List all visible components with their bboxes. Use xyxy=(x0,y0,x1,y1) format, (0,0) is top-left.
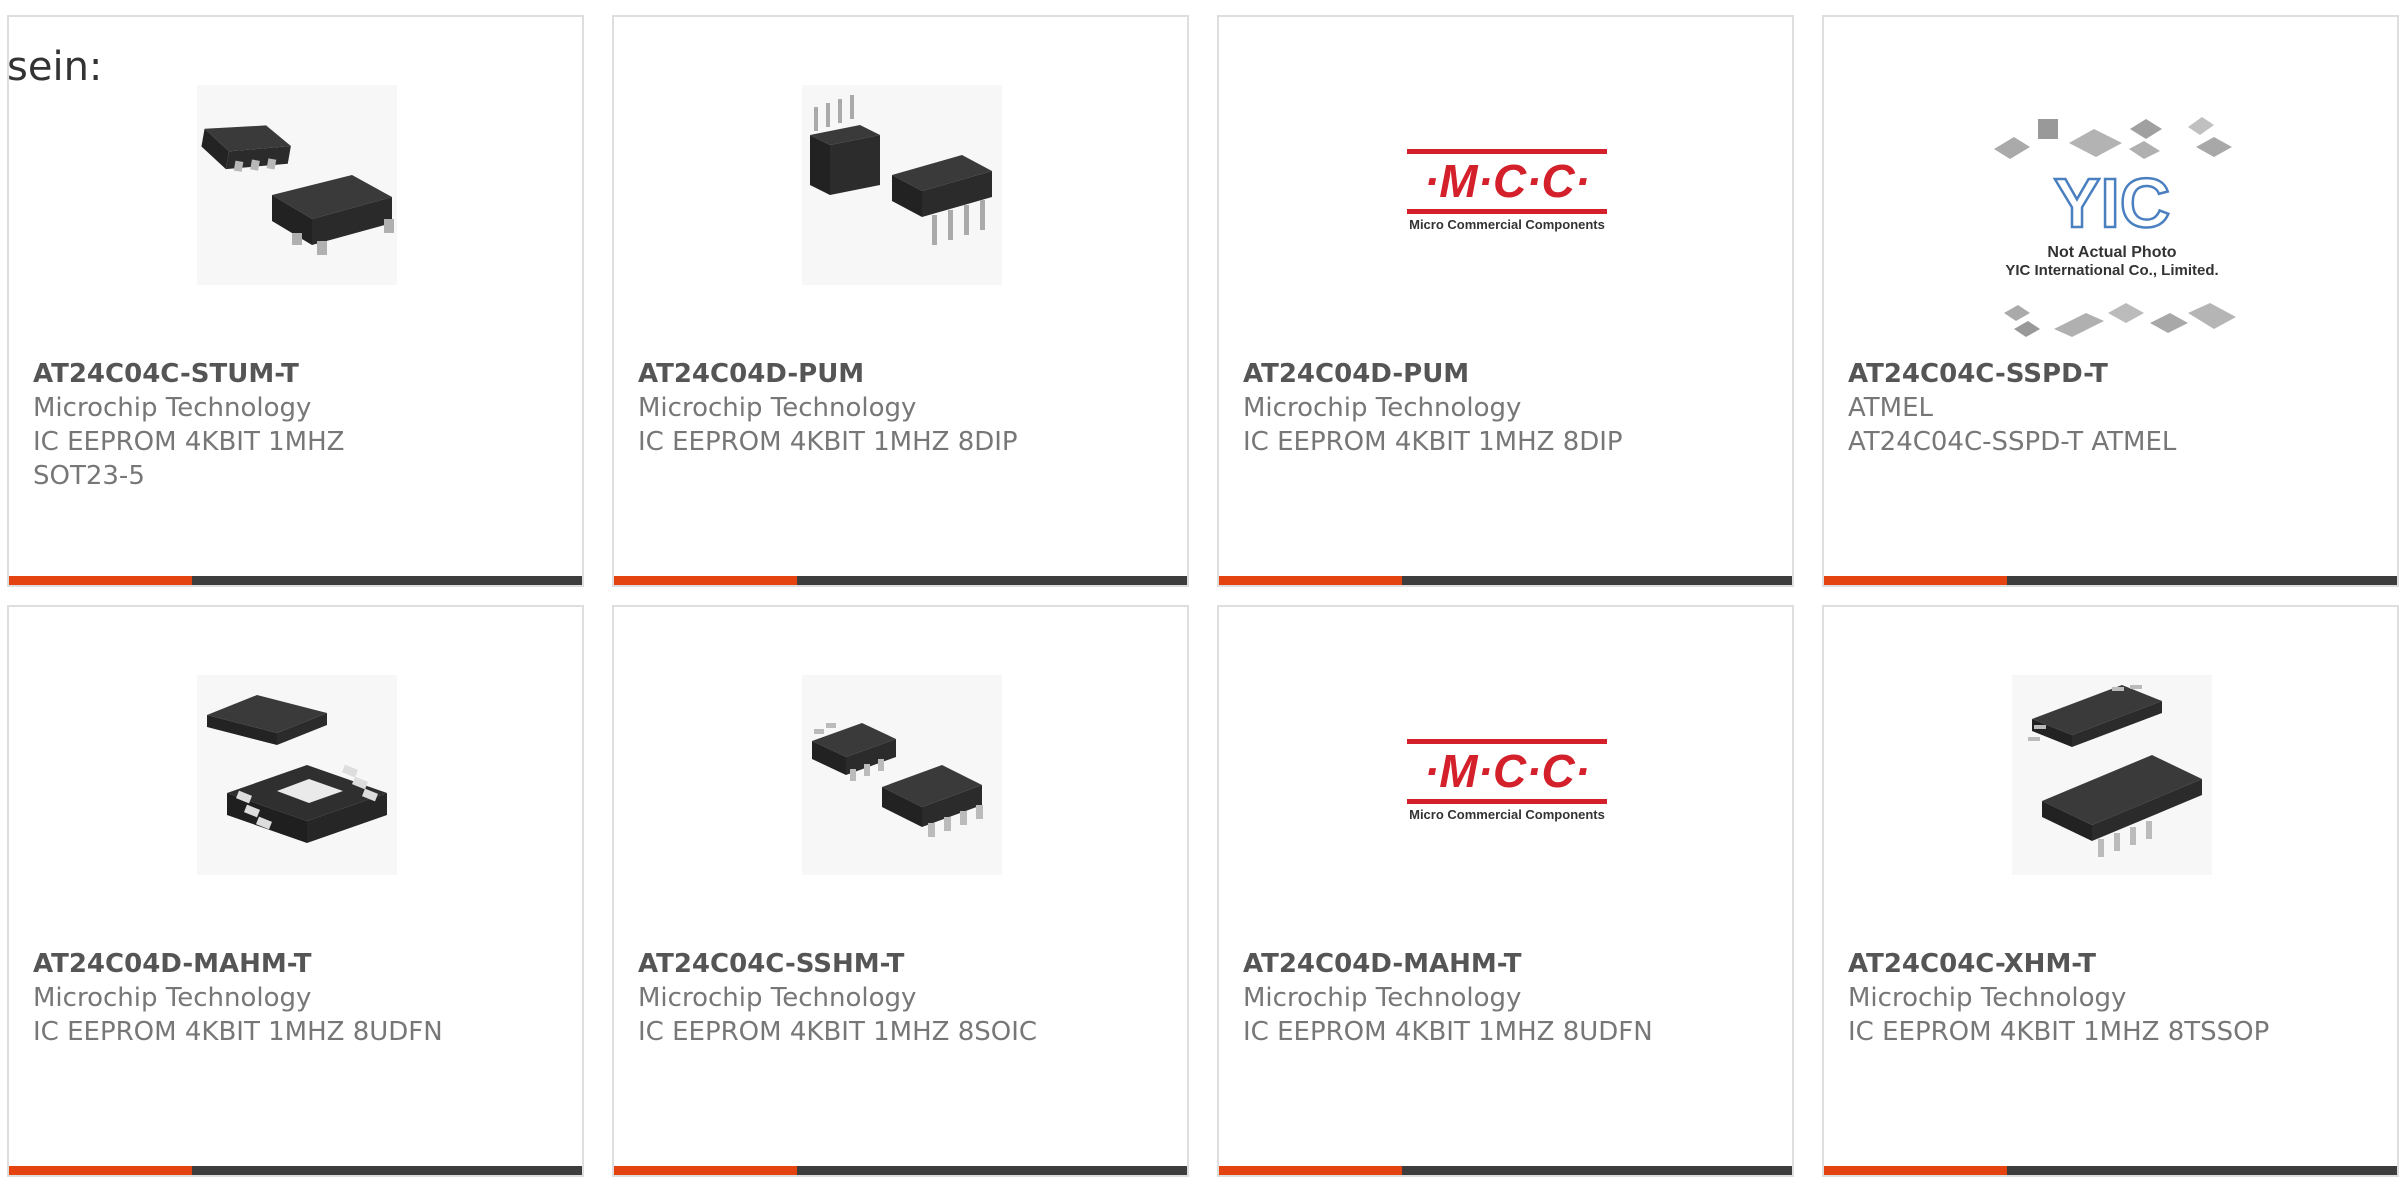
product-card[interactable]: AT24C04C-XHM-T Microchip Technology IC E… xyxy=(1822,605,2399,1177)
product-card[interactable]: ·M·C·C· Micro Commercial Components AT24… xyxy=(1217,605,1794,1177)
soic-chip-icon xyxy=(802,675,1002,875)
product-info: AT24C04D-PUM Microchip Technology IC EEP… xyxy=(1243,357,1673,459)
part-number[interactable]: AT24C04D-PUM xyxy=(1243,357,1673,391)
svg-text:Micro Commercial Components: Micro Commercial Components xyxy=(1409,217,1605,232)
part-number[interactable]: AT24C04C-XHM-T xyxy=(1848,947,2278,981)
product-card[interactable]: AT24C04C-SSHM-T Microchip Technology IC … xyxy=(612,605,1189,1177)
card-accent xyxy=(614,576,797,585)
description: IC EEPROM 4KBIT 1MHZ 8UDFN xyxy=(33,1017,443,1047)
product-card[interactable]: ·M·C·C· Micro Commercial Components AT24… xyxy=(1217,15,1794,587)
product-image-udfn8[interactable] xyxy=(197,675,397,875)
description: IC EEPROM 4KBIT 1MHZ SOT23-5 xyxy=(33,427,345,491)
description: IC EEPROM 4KBIT 1MHZ 8TSSOP xyxy=(1848,1017,2270,1047)
part-number[interactable]: AT24C04D-PUM xyxy=(638,357,1068,391)
tssop-chip-icon xyxy=(2012,675,2212,875)
part-number[interactable]: AT24C04D-MAHM-T xyxy=(1243,947,1673,981)
card-bottom-bar xyxy=(1219,1166,1792,1175)
svg-text:YIC: YIC xyxy=(2054,164,2171,242)
manufacturer: Microchip Technology xyxy=(638,393,917,423)
product-card[interactable]: AT24C04D-PUM Microchip Technology IC EEP… xyxy=(612,15,1189,587)
part-number[interactable]: AT24C04C-SSHM-T xyxy=(638,947,1068,981)
product-image-yic[interactable]: YIC Not Actual Photo YIC International C… xyxy=(1974,97,2251,357)
part-number[interactable]: AT24C04D-MAHM-T xyxy=(33,947,463,981)
product-info: AT24C04C-STUM-T Microchip Technology IC … xyxy=(33,357,463,493)
product-image-mcc[interactable]: ·M·C·C· Micro Commercial Components xyxy=(1407,675,1607,875)
card-accent xyxy=(1219,1166,1402,1175)
card-accent xyxy=(1219,576,1402,585)
card-bottom-bar xyxy=(1824,576,2397,585)
card-accent xyxy=(1824,576,2007,585)
section-heading: sein: xyxy=(7,44,103,90)
mcc-logo-icon: ·M·C·C· Micro Commercial Components xyxy=(1407,149,1607,232)
product-image-tssop8[interactable] xyxy=(2012,675,2212,875)
manufacturer: Microchip Technology xyxy=(33,983,312,1013)
product-info: AT24C04C-XHM-T Microchip Technology IC E… xyxy=(1848,947,2278,1049)
card-bottom-bar xyxy=(9,576,582,585)
card-accent xyxy=(9,1166,192,1175)
product-image-sot23-5[interactable] xyxy=(197,85,397,285)
yic-placeholder-icon: YIC Not Actual Photo YIC International C… xyxy=(1994,117,2236,337)
product-card[interactable]: YIC Not Actual Photo YIC International C… xyxy=(1822,15,2399,587)
part-number[interactable]: AT24C04C-STUM-T xyxy=(33,357,463,391)
manufacturer: Microchip Technology xyxy=(33,393,312,423)
manufacturer: Microchip Technology xyxy=(1243,393,1522,423)
product-card[interactable]: AT24C04C-STUM-T Microchip Technology IC … xyxy=(7,15,584,587)
product-info: AT24C04C-SSHM-T Microchip Technology IC … xyxy=(638,947,1068,1049)
card-accent xyxy=(614,1166,797,1175)
description: IC EEPROM 4KBIT 1MHZ 8DIP xyxy=(638,427,1018,457)
svg-text:YIC International Co., Limited: YIC International Co., Limited. xyxy=(2005,262,2218,279)
description: IC EEPROM 4KBIT 1MHZ 8UDFN xyxy=(1243,1017,1653,1047)
svg-text:Not Actual Photo: Not Actual Photo xyxy=(2047,244,2176,261)
manufacturer: Microchip Technology xyxy=(1848,983,2127,1013)
svg-text:·M·C·C·: ·M·C·C· xyxy=(1424,745,1590,797)
part-number[interactable]: AT24C04C-SSPD-T xyxy=(1848,357,2278,391)
sot23-chip-icon xyxy=(197,85,397,285)
card-bottom-bar xyxy=(1219,576,1792,585)
manufacturer: ATMEL xyxy=(1848,393,1933,423)
product-info: AT24C04D-MAHM-T Microchip Technology IC … xyxy=(1243,947,1673,1049)
description: IC EEPROM 4KBIT 1MHZ 8SOIC xyxy=(638,1017,1038,1047)
card-bottom-bar xyxy=(9,1166,582,1175)
svg-text:Micro Commercial Components: Micro Commercial Components xyxy=(1409,807,1605,822)
product-card[interactable]: AT24C04D-MAHM-T Microchip Technology IC … xyxy=(7,605,584,1177)
product-image-mcc[interactable]: ·M·C·C· Micro Commercial Components xyxy=(1407,85,1607,285)
dip-chip-icon xyxy=(802,85,1002,285)
card-accent xyxy=(9,576,192,585)
manufacturer: Microchip Technology xyxy=(1243,983,1522,1013)
product-grid: AT24C04C-STUM-T Microchip Technology IC … xyxy=(7,15,2400,1177)
card-bottom-bar xyxy=(614,1166,1187,1175)
card-bottom-bar xyxy=(614,576,1187,585)
svg-text:·M·C·C·: ·M·C·C· xyxy=(1424,155,1590,207)
card-bottom-bar xyxy=(1824,1166,2397,1175)
product-image-soic8[interactable] xyxy=(802,675,1002,875)
product-info: AT24C04D-MAHM-T Microchip Technology IC … xyxy=(33,947,463,1049)
card-accent xyxy=(1824,1166,2007,1175)
mcc-logo-icon: ·M·C·C· Micro Commercial Components xyxy=(1407,739,1607,822)
product-info: AT24C04C-SSPD-T ATMEL AT24C04C-SSPD-T AT… xyxy=(1848,357,2278,459)
udfn-chip-icon xyxy=(197,675,397,875)
manufacturer: Microchip Technology xyxy=(638,983,917,1013)
product-info: AT24C04D-PUM Microchip Technology IC EEP… xyxy=(638,357,1068,459)
description: IC EEPROM 4KBIT 1MHZ 8DIP xyxy=(1243,427,1623,457)
product-image-dip8[interactable] xyxy=(802,85,1002,285)
description: AT24C04C-SSPD-T ATMEL xyxy=(1848,427,2177,457)
